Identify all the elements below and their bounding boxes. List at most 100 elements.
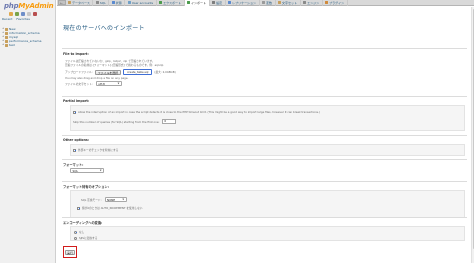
- nav-tab-recent[interactable]: Recent: [2, 17, 12, 21]
- auto-increment-row: 値が0のときは AUTO_INCREMENT を使用しない: [77, 206, 143, 210]
- nav-tabs: Recent Favorites: [2, 17, 30, 21]
- tab-icon: [228, 1, 232, 4]
- auto-increment-label: 値が0のときは AUTO_INCREMENT を使用しない: [82, 206, 143, 210]
- top-tab[interactable]: SQL: [93, 0, 110, 6]
- home-icon[interactable]: [9, 12, 13, 16]
- top-tab[interactable]: インポート: [184, 0, 210, 6]
- top-tab[interactable]: プラグイン: [323, 0, 348, 6]
- tab-label: エンジン: [307, 0, 320, 5]
- compression-example: 圧縮ファイルの名前は.[フォーマット].[圧縮形式] で終わるものです。例: .…: [65, 63, 164, 67]
- partial-import-section: Partial import: Allow the interruption o…: [62, 96, 467, 132]
- top-tab[interactable]: 文字セット: [276, 0, 301, 6]
- auto-increment-checkbox[interactable]: [77, 206, 80, 210]
- expand-icon[interactable]: +: [2, 43, 4, 47]
- tab-icon: [68, 1, 71, 4]
- choose-file-button[interactable]: ファイルを選択: [94, 69, 122, 75]
- top-tab[interactable]: レプリケーション: [226, 0, 260, 6]
- partial-import-box: Allow the interruption of an import in c…: [70, 105, 465, 131]
- go-button[interactable]: 実行: [64, 249, 76, 255]
- top-tab[interactable]: エクスポート: [157, 0, 185, 6]
- format-heading: フォーマット:: [63, 163, 84, 167]
- format-options-section: フォーマット特有のオプション: SQL 互換モード: NONE ▼ 値が0のとき…: [62, 181, 467, 219]
- chosen-file-name[interactable]: create_table.sql: [123, 69, 153, 75]
- top-tabs: データベース SQL 状態 User accounts エクスポート インポート 設定 レプリ…: [66, 0, 348, 6]
- top-tab[interactable]: User accounts: [125, 0, 157, 6]
- page-title: 現在のサーバへのインポート: [63, 25, 145, 32]
- logo-text-myadmin: MyAdmin: [18, 2, 54, 10]
- max-size-note: (最大: 2,048KiB): [154, 70, 176, 74]
- nav-tab-favorites[interactable]: Favorites: [16, 17, 30, 21]
- allow-interrupt-row: Allow the interruption of an import in c…: [73, 110, 320, 114]
- chevron-down-icon: ▼: [122, 198, 125, 201]
- back-button[interactable]: ←: [57, 0, 66, 5]
- tab-label: エクスポート: [163, 0, 182, 5]
- allow-interrupt-label: Allow the interruption of an import in c…: [78, 110, 320, 114]
- sql-compat-label: SQL 互換モード:: [81, 197, 102, 202]
- encoding-heading: エンコーディングへの変換:: [63, 221, 103, 225]
- format-select[interactable]: SQL ▼: [70, 168, 104, 173]
- encoding-box: なし SJISに変換する: [70, 226, 465, 241]
- encoding-none-label: なし: [79, 230, 85, 234]
- charset-row: ファイルの文字セット: utf-8 ▼: [65, 81, 122, 86]
- top-tab[interactable]: 設定: [210, 0, 226, 6]
- navigation-panel: phpMyAdmin Recent Favorites + New + informa…: [0, 0, 56, 263]
- sql-compat-select[interactable]: NONE ▼: [104, 197, 127, 202]
- format-options-box: SQL 互換モード: NONE ▼ 値が0のときは AUTO_INCREMENT…: [70, 190, 465, 218]
- tab-icon: [262, 1, 266, 4]
- upload-row: アップロードファイル: ファイルを選択 create_table.sql (最大…: [65, 69, 176, 75]
- tab-icon: [303, 1, 307, 4]
- database-icon: [5, 35, 8, 39]
- database-icon: [5, 27, 8, 31]
- database-icon: [5, 31, 8, 35]
- charset-select-value: utf-8: [98, 81, 105, 86]
- reload-icon[interactable]: [33, 12, 37, 16]
- submit-highlight: 実行: [63, 246, 77, 258]
- top-menu-bar: ← データベース SQL 状態 User accounts エクスポート インポート 設定 レ…: [57, 0, 474, 6]
- tab-label: データベース: [72, 0, 90, 5]
- logout-icon[interactable]: [15, 12, 19, 16]
- top-tab[interactable]: データベース: [66, 0, 94, 6]
- tab-icon: [278, 1, 282, 4]
- sql-compat-row: SQL 互換モード: NONE ▼: [81, 197, 127, 202]
- top-tab[interactable]: エンジン: [301, 0, 323, 6]
- other-options-box: 外部キーのチェックを有効にする: [70, 144, 465, 156]
- database-tree: + New + information_schema + mysql + performanc…: [2, 27, 41, 47]
- file-to-import-heading: File to import:: [63, 52, 89, 56]
- tab-label: レプリケーション: [232, 0, 257, 5]
- encoding-section: エンコーディングへの変換: なし SJISに変換する: [62, 217, 467, 241]
- encoding-none-radio[interactable]: [74, 230, 77, 234]
- partial-import-heading: Partial import:: [63, 99, 90, 103]
- charset-select[interactable]: utf-8 ▼: [95, 81, 122, 86]
- allow-interrupt-checkbox[interactable]: [73, 110, 76, 114]
- foreign-key-row: 外部キーのチェックを有効にする: [73, 148, 118, 152]
- tab-label: プラグイン: [329, 0, 345, 5]
- other-options-heading: Other options:: [63, 138, 90, 142]
- tab-icon: [212, 1, 216, 4]
- phpmyadmin-logo[interactable]: phpMyAdmin: [4, 2, 54, 10]
- settings-icon[interactable]: [27, 12, 31, 16]
- database-item[interactable]: + information_schema: [2, 31, 41, 35]
- encoding-sjis-radio[interactable]: [74, 236, 77, 240]
- skip-queries-input[interactable]: 0: [162, 119, 177, 124]
- chevron-down-icon: ▼: [99, 169, 102, 172]
- encoding-sjis-label: SJISに変換する: [79, 236, 98, 240]
- main-content: 現在のサーバへのインポート File to import: ファイルは圧縮されて…: [57, 7, 474, 263]
- docs-icon[interactable]: [21, 12, 25, 16]
- skip-queries-row: Skip this number of queries (for SQL) st…: [73, 119, 177, 124]
- format-options-heading: フォーマット特有のオプション:: [63, 185, 109, 189]
- sql-compat-value: NONE: [107, 197, 116, 202]
- tab-icon: [187, 1, 191, 4]
- charset-label: ファイルの文字セット:: [65, 81, 93, 86]
- file-to-import-section: File to import: ファイルは圧縮されていないか、gzip、bzip…: [62, 48, 467, 90]
- tab-label: 変数: [266, 0, 273, 5]
- top-tab[interactable]: 状態: [109, 0, 126, 6]
- database-name[interactable]: test: [9, 43, 15, 47]
- database-item[interactable]: + test: [2, 43, 41, 47]
- tab-label: 文字セット: [282, 0, 298, 5]
- encoding-sjis-row: SJISに変換する: [74, 236, 97, 240]
- database-item[interactable]: + performance_schema: [2, 39, 41, 43]
- encoding-none-row: なし: [74, 230, 84, 234]
- other-options-section: Other options: 外部キーのチェックを有効にする: [62, 135, 467, 159]
- foreign-key-checkbox[interactable]: [73, 148, 76, 152]
- top-tab[interactable]: 変数: [260, 0, 276, 6]
